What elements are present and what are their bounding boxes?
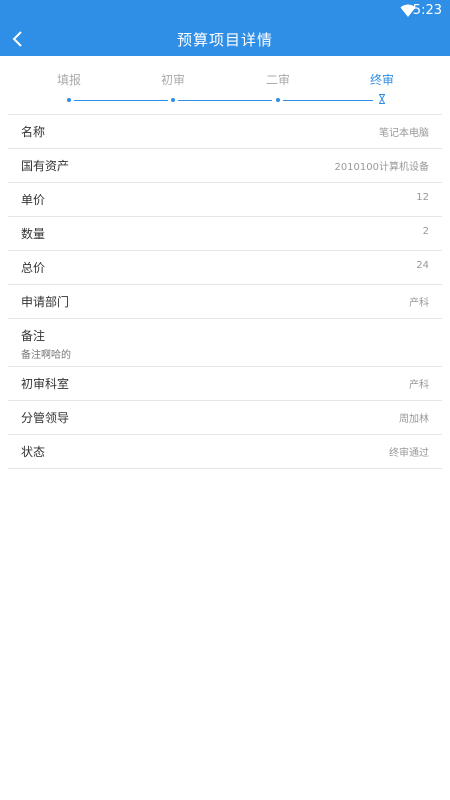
page-title: 预算项目详情 — [176, 31, 273, 49]
detail-value: 产科 — [409, 380, 429, 391]
detail-label: 初审科室 — [21, 377, 70, 391]
step-label-final-review: 终审 — [369, 73, 394, 87]
detail-list: 名称 笔记本电脑 国有资产 2010100计算机设备 单价 12 数量 2 总价… — [8, 114, 442, 469]
detail-label: 分管领导 — [21, 411, 70, 425]
step-label-fill: 填报 — [56, 73, 81, 87]
step-label-second-review: 二审 — [265, 73, 290, 87]
detail-label: 单价 — [21, 193, 46, 207]
detail-row-leader: 分管领导 周加林 — [8, 401, 442, 435]
detail-row-asset: 国有资产 2010100计算机设备 — [8, 149, 442, 183]
detail-value: 24 — [416, 260, 429, 271]
title-bar: 预算项目详情 — [0, 22, 450, 56]
detail-value: 12 — [416, 192, 429, 203]
step-connector-3 — [283, 99, 373, 101]
detail-row-unit-price: 单价 12 — [8, 183, 442, 217]
detail-row-quantity: 数量 2 — [8, 217, 442, 251]
detail-row-name: 名称 笔记本电脑 — [8, 115, 442, 149]
status-time: 5:23 — [412, 3, 442, 18]
progress-steps: 填报 初审 二审 终审 — [0, 56, 450, 114]
detail-row-first-review-dept: 初审科室 产科 — [8, 367, 442, 401]
step-connector-1 — [74, 99, 168, 101]
detail-label: 申请部门 — [21, 295, 70, 309]
detail-label: 名称 — [21, 125, 46, 139]
detail-label: 数量 — [21, 227, 46, 241]
hourglass-icon — [379, 94, 385, 104]
detail-label: 备注 — [21, 329, 46, 343]
step-dot-fill — [67, 98, 71, 102]
detail-value: 笔记本电脑 — [379, 128, 429, 139]
detail-row-department: 申请部门 产科 — [8, 285, 442, 319]
remark-text: 备注啊哈的 — [21, 350, 71, 361]
status-bar: 5:23 — [0, 0, 450, 22]
detail-label: 状态 — [21, 445, 46, 459]
detail-row-remark: 备注 备注啊哈的 — [8, 319, 442, 367]
step-dot-second-review — [276, 98, 280, 102]
detail-value: 产科 — [409, 298, 429, 309]
step-connector-2 — [178, 99, 272, 101]
detail-value: 2 — [422, 226, 429, 237]
detail-row-total: 总价 24 — [8, 251, 442, 285]
detail-label: 国有资产 — [21, 159, 70, 173]
detail-label: 总价 — [21, 261, 46, 275]
detail-value: 2010100计算机设备 — [334, 162, 429, 173]
status-value: 终审通过 — [389, 448, 429, 459]
step-dot-first-review — [171, 98, 175, 102]
step-label-first-review: 初审 — [160, 73, 185, 87]
detail-row-status: 状态 终审通过 — [8, 435, 442, 469]
detail-value: 周加林 — [399, 414, 429, 425]
